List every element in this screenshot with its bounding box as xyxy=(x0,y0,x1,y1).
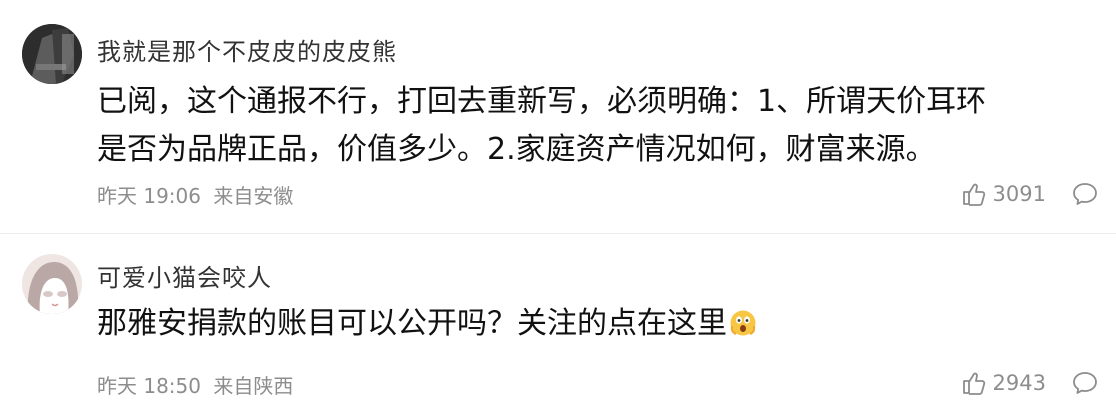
comment-item: 可爱小猫会咬人 那雅安捐款的账目可以公开吗？关注的点在这里 昨天 18:50 来… xyxy=(0,234,1116,405)
speech-bubble-icon xyxy=(1073,372,1097,394)
comment-text-body: 那雅安捐款的账目可以公开吗？关注的点在这里 xyxy=(97,306,727,341)
like-button[interactable]: 2943 xyxy=(961,370,1046,396)
dark-photo-avatar-icon xyxy=(22,24,82,84)
timestamp: 昨天 18:50 xyxy=(97,374,201,398)
cartoon-cat-girl-avatar-icon xyxy=(22,254,82,314)
comment-item: 我就是那个不皮皮的皮皮熊 已阅，这个通报不行，打回去重新写，必须明确：1、所谓天… xyxy=(0,0,1116,234)
avatar[interactable] xyxy=(22,254,82,314)
like-button[interactable]: 3091 xyxy=(961,181,1046,207)
avatar[interactable] xyxy=(22,24,82,84)
thumbs-up-icon xyxy=(962,372,985,395)
username[interactable]: 我就是那个不皮皮的皮皮熊 xyxy=(97,32,397,67)
comment-text: 那雅安捐款的账目可以公开吗？关注的点在这里 xyxy=(97,300,997,352)
speech-bubble-icon xyxy=(1073,183,1097,205)
reply-button[interactable] xyxy=(1072,371,1098,395)
location: 来自安徽 xyxy=(213,184,294,208)
comment-actions: 2943 xyxy=(961,367,1098,399)
like-count: 3091 xyxy=(992,182,1046,206)
location: 来自陕西 xyxy=(213,374,294,398)
shocked-face-emoji-icon xyxy=(729,304,757,352)
comment-meta: 昨天 19:06 来自安徽 xyxy=(97,180,293,209)
like-count: 2943 xyxy=(992,371,1046,395)
username[interactable]: 可爱小猫会咬人 xyxy=(97,258,272,293)
timestamp: 昨天 19:06 xyxy=(97,184,201,208)
comment-meta: 昨天 18:50 来自陕西 xyxy=(97,370,293,399)
comment-actions: 3091 xyxy=(961,178,1098,210)
reply-button[interactable] xyxy=(1072,182,1098,206)
comment-text: 已阅，这个通报不行，打回去重新写，必须明确：1、所谓天价耳环是否为品牌正品，价值… xyxy=(97,84,987,167)
thumbs-up-icon xyxy=(962,183,985,206)
